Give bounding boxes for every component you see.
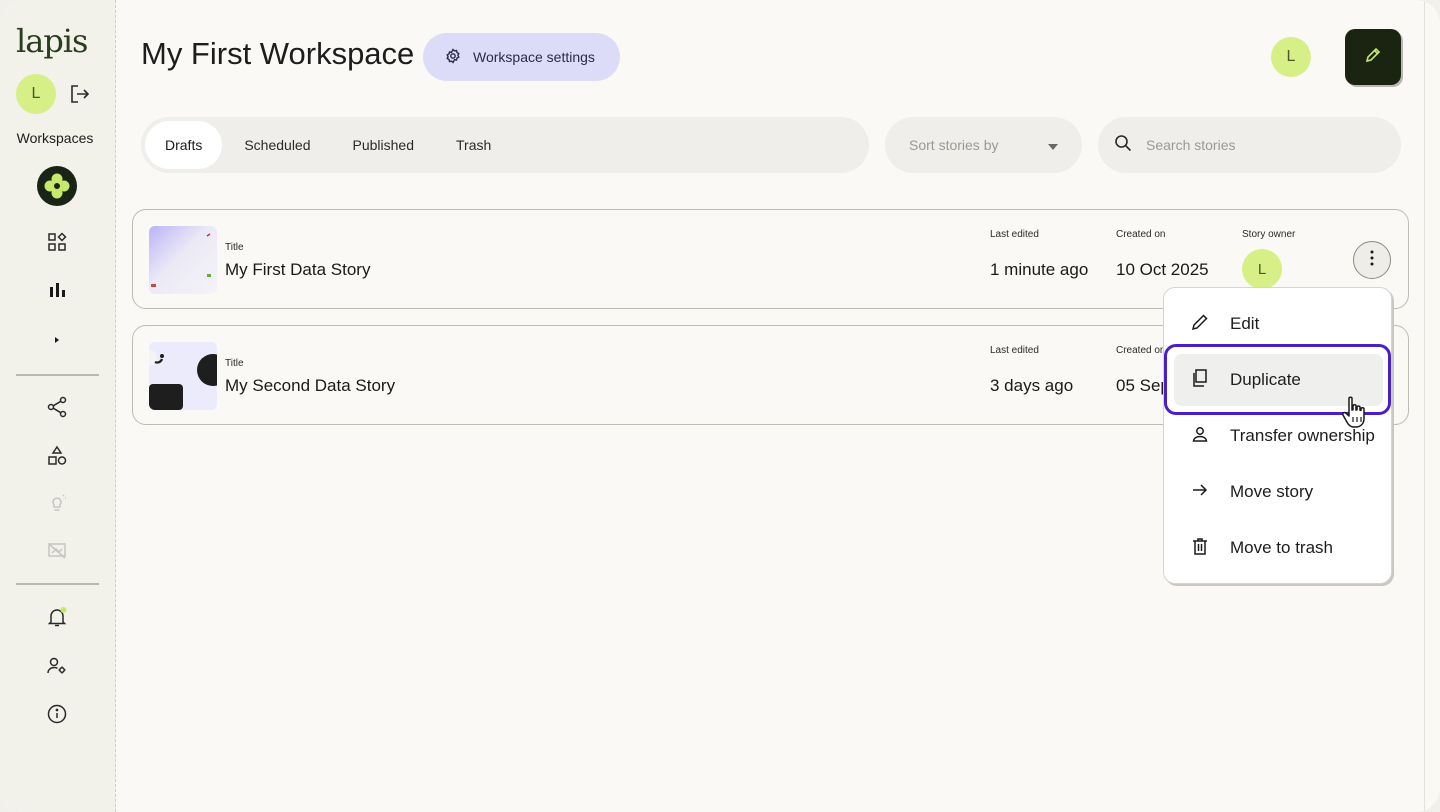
- last-edited-value: 1 minute ago: [990, 260, 1089, 279]
- created-on-value: 05 Sep: [1116, 376, 1170, 395]
- menu-item-label: Move to trash: [1230, 538, 1333, 557]
- expand-caret-icon[interactable]: [45, 328, 69, 352]
- menu-item-label: Duplicate: [1230, 370, 1301, 389]
- search-input[interactable]: [1146, 137, 1376, 153]
- last-edited-value: 3 days ago: [990, 376, 1074, 395]
- search-bar: [1098, 117, 1401, 173]
- menu-item-label: Edit: [1230, 314, 1260, 333]
- tab-trash[interactable]: Trash: [436, 121, 511, 169]
- story-owner-label: Story owner: [1242, 229, 1296, 240]
- page-title: My First Workspace: [141, 36, 415, 71]
- story-title[interactable]: My Second Data Story: [225, 376, 395, 396]
- presentation-icon: [45, 539, 69, 563]
- story-status-tabs: Drafts Scheduled Published Trash: [141, 117, 869, 173]
- pencil-icon: [1190, 312, 1210, 337]
- sidebar-divider: [16, 374, 99, 376]
- gear-icon: [445, 47, 461, 67]
- share-icon[interactable]: [45, 395, 69, 419]
- search-icon: [1114, 134, 1132, 157]
- account-avatar[interactable]: L: [1271, 37, 1311, 77]
- last-edited-label: Last edited: [990, 229, 1039, 240]
- story-options-menu: Edit Duplicate Transfer ownership Move s…: [1163, 287, 1392, 584]
- story-thumbnail: [149, 226, 217, 294]
- menu-item-label: Move story: [1230, 482, 1314, 501]
- menu-item-edit[interactable]: Edit: [1174, 298, 1383, 350]
- title-column-label: Title: [225, 242, 244, 253]
- trash-icon: [1190, 536, 1210, 561]
- copy-icon: [1190, 368, 1210, 393]
- created-on-value: 10 Oct 2025: [1116, 260, 1209, 279]
- chart-icon[interactable]: [45, 278, 69, 302]
- tab-published[interactable]: Published: [333, 121, 435, 169]
- logout-icon[interactable]: [68, 82, 92, 106]
- sidebar: lapis L Workspaces: [0, 0, 116, 812]
- story-thumbnail: [149, 342, 217, 410]
- workspace-settings-label: Workspace settings: [473, 49, 595, 65]
- story-options-button[interactable]: [1353, 241, 1391, 279]
- user-avatar[interactable]: L: [16, 74, 56, 114]
- pencil-icon: [1363, 45, 1383, 70]
- more-vertical-icon: [1370, 250, 1374, 271]
- window-edge: [1424, 0, 1425, 812]
- notifications-bell-icon[interactable]: [45, 605, 69, 629]
- app-window: lapis L Workspaces My First Workspace Wo…: [0, 0, 1440, 812]
- new-story-button[interactable]: [1345, 29, 1401, 85]
- sort-placeholder: Sort stories by: [909, 137, 999, 153]
- menu-item-move-story[interactable]: Move story: [1174, 466, 1383, 518]
- title-column-label: Title: [225, 358, 244, 369]
- user-icon: [1190, 424, 1210, 449]
- story-title[interactable]: My First Data Story: [225, 260, 370, 280]
- sort-stories-select[interactable]: Sort stories by: [885, 117, 1082, 173]
- sidebar-divider: [16, 583, 99, 585]
- tab-scheduled[interactable]: Scheduled: [224, 121, 330, 169]
- info-icon[interactable]: [45, 702, 69, 726]
- chevron-down-icon: [1048, 137, 1058, 153]
- workspace-logo-icon[interactable]: [37, 166, 77, 206]
- tab-drafts[interactable]: Drafts: [145, 121, 223, 169]
- menu-item-move-to-trash[interactable]: Move to trash: [1174, 522, 1383, 574]
- owner-avatar: L: [1242, 249, 1282, 289]
- shapes-icon[interactable]: [45, 444, 69, 468]
- ideas-bulb-icon: [45, 491, 69, 515]
- arrow-right-icon: [1190, 480, 1210, 505]
- created-on-label: Created on: [1116, 229, 1166, 240]
- user-settings-icon[interactable]: [45, 654, 69, 678]
- hand-pointer-icon: [1340, 395, 1370, 429]
- dashboard-icon[interactable]: [45, 230, 69, 254]
- workspace-settings-button[interactable]: Workspace settings: [423, 33, 620, 81]
- app-logo[interactable]: lapis: [16, 22, 88, 60]
- workspaces-label: Workspaces: [16, 130, 94, 146]
- created-on-label: Created on: [1116, 345, 1166, 356]
- last-edited-label: Last edited: [990, 345, 1039, 356]
